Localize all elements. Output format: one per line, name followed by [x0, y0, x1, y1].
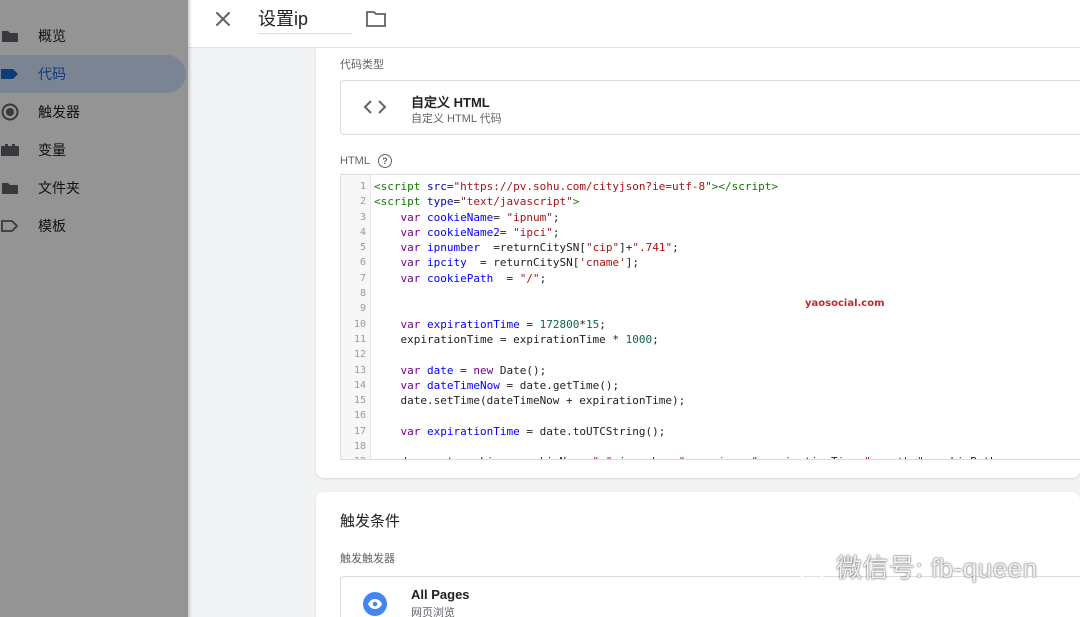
- line-number: 14: [353, 379, 366, 391]
- html-label-text: HTML: [340, 155, 370, 167]
- firing-triggers-label: 触发触发器: [340, 553, 395, 565]
- line-number: 4: [359, 226, 366, 238]
- line-number: 15: [353, 395, 366, 407]
- html-field-label: HTML ?: [340, 154, 392, 168]
- sidebar: 概览 代码 触发器 变量 文件夹 模板: [0, 0, 188, 617]
- line-content: var expirationTime = date.toUTCString();: [400, 424, 666, 438]
- line-content: var ipnumber =returnCitySN["cip"]+".741"…: [400, 241, 679, 255]
- code-line: 2 <script type="text/javascript">: [341, 194, 1080, 209]
- line-number: 12: [353, 349, 366, 361]
- line-number: 10: [353, 318, 366, 330]
- tag-type-selector[interactable]: 自定义 HTML 自定义 HTML 代码: [340, 80, 1080, 135]
- line-number: 18: [353, 441, 366, 453]
- panel-header: 设置ip: [188, 0, 1080, 48]
- code-line: 14 var dateTimeNow = date.getTime();: [341, 378, 1080, 393]
- line-number: 16: [353, 410, 366, 422]
- code-line: 13 var date = new Date();: [341, 363, 1080, 378]
- line-content: var expirationTime = 172800*15;: [400, 317, 606, 331]
- line-number: 19: [341, 454, 366, 459]
- help-icon[interactable]: ?: [377, 154, 392, 168]
- line-number: 11: [353, 333, 366, 345]
- trigger-type: 网页浏览: [411, 607, 455, 617]
- line-content: document.cookie = cookieName+"="+ipnumbe…: [374, 454, 1003, 459]
- line-content: <script type="text/javascript">: [374, 195, 580, 209]
- line-number: 13: [353, 364, 366, 376]
- folder-outline-icon: [366, 11, 386, 27]
- line-number: 6: [359, 257, 366, 269]
- code-line: 4 var cookieName2= "ipci";: [341, 225, 1080, 240]
- code-line: 12: [341, 347, 1080, 362]
- code-line: 7 var cookiePath = "/";: [341, 271, 1080, 286]
- code-line: 3 var cookieName= "ipnum";: [341, 210, 1080, 225]
- code-line: 16: [341, 408, 1080, 423]
- line-content: var date = new Date();: [400, 363, 547, 377]
- line-number: 17: [353, 425, 366, 437]
- line-number: 5: [359, 242, 366, 254]
- code-line: 8: [341, 286, 1080, 301]
- code-line: 19 document.cookie = cookieName+"="+ipnu…: [341, 454, 1080, 459]
- line-content: var cookiePath = "/";: [400, 271, 547, 285]
- tag-editor-panel: 设置ip 代码类型 自定义 HTML 自定义 HTML 代码 HTML ? 1 <…: [188, 0, 1080, 617]
- code-line: 1 <script src="https://pv.sohu.com/cityjs…: [341, 179, 1080, 194]
- code-line: 15 date.setTime(dateTimeNow + expiration…: [341, 393, 1080, 408]
- line-number: 1: [359, 181, 366, 192]
- wechat-id-text: 微信号: fb-queen: [836, 553, 1038, 583]
- line-number: 2: [359, 196, 366, 208]
- code-line: 17 var expirationTime = date.toUTCString…: [341, 424, 1080, 439]
- close-icon: [216, 12, 230, 26]
- eye-icon: [363, 592, 387, 616]
- code-brackets-icon: [363, 98, 387, 118]
- panel-shadow: [188, 0, 192, 617]
- triggering-title: 触发条件: [340, 513, 401, 530]
- close-button[interactable]: [212, 8, 234, 30]
- line-number: 3: [359, 211, 366, 223]
- code-line: 18: [341, 439, 1080, 454]
- line-content: date.setTime(dateTimeNow + expirationTim…: [374, 394, 686, 408]
- code-line: 10 var expirationTime = 172800*15;: [341, 317, 1080, 332]
- line-number: 7: [359, 272, 366, 284]
- line-content: var cookieName2= "ipci";: [400, 225, 560, 239]
- line-content: expirationTime = expirationTime * 1000;: [374, 332, 659, 346]
- code-editor[interactable]: 1 <script src="https://pv.sohu.com/cityjs…: [340, 174, 1080, 460]
- code-line: 6 var ipcity = returnCitySN['cname'];: [341, 255, 1080, 270]
- wechat-watermark: 微信号: fb-queen: [782, 548, 1038, 585]
- wechat-icon: [784, 551, 825, 581]
- tag-name-input[interactable]: 设置ip: [258, 6, 352, 34]
- line-number: 8: [359, 288, 366, 300]
- folder-button[interactable]: [365, 9, 387, 29]
- tag-type-label: 代码类型: [340, 59, 384, 71]
- tag-type-title: 自定义 HTML: [411, 95, 490, 110]
- code-line: 11 expirationTime = expirationTime * 100…: [341, 332, 1080, 347]
- line-content: <script src="https://pv.sohu.com/cityjso…: [374, 180, 778, 193]
- line-content: var dateTimeNow = date.getTime();: [400, 378, 620, 392]
- line-number: 9: [359, 303, 366, 315]
- tag-configuration-card: 代码类型 自定义 HTML 自定义 HTML 代码 HTML ? 1 <scrip…: [316, 48, 1080, 478]
- site-watermark: yaosocial.com: [805, 298, 885, 309]
- code-line: 5 var ipnumber =returnCitySN["cip"]+".74…: [341, 240, 1080, 255]
- modal-backdrop[interactable]: [0, 0, 188, 617]
- tag-type-subtitle: 自定义 HTML 代码: [411, 113, 502, 125]
- code-line: 9: [341, 301, 1080, 316]
- trigger-name: All Pages: [411, 587, 470, 602]
- line-content: var cookieName= "ipnum";: [400, 210, 560, 224]
- line-content: var ipcity = returnCitySN['cname'];: [400, 256, 639, 270]
- code-lines: 1 <script src="https://pv.sohu.com/cityjs…: [341, 179, 1080, 459]
